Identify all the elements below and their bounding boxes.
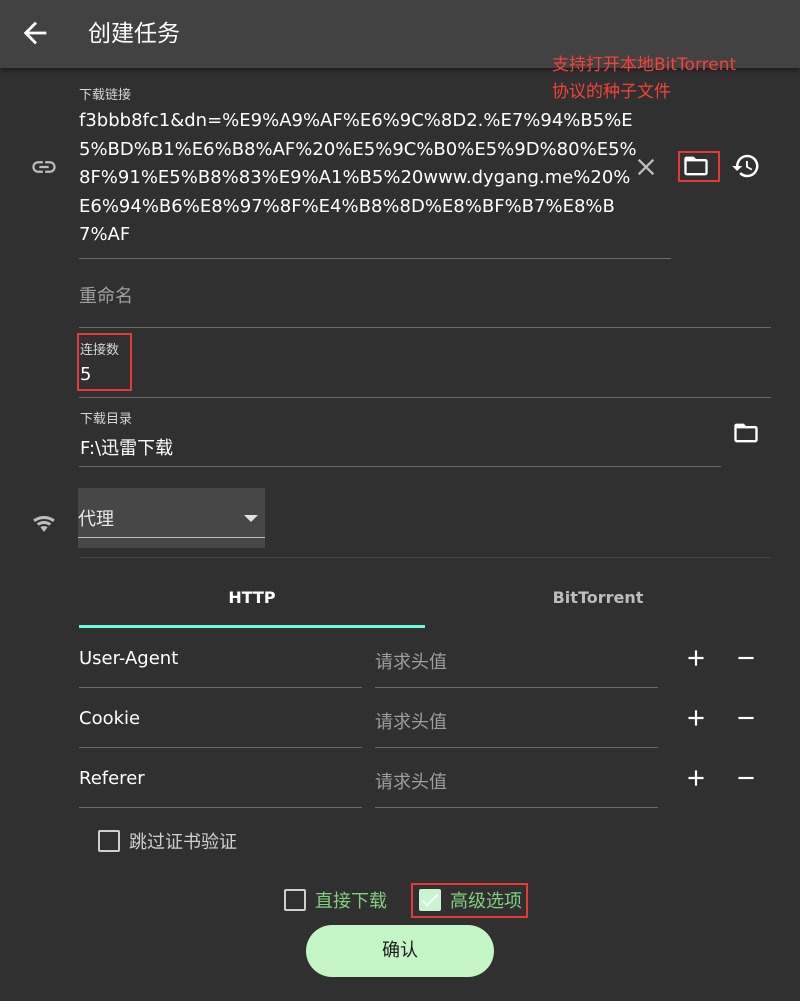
direct-download-checkbox[interactable]	[284, 889, 306, 911]
directory-underline	[79, 466, 721, 467]
remove-header-icon[interactable]	[733, 645, 759, 671]
header-value-input[interactable]: 请求头值	[375, 648, 447, 674]
skip-cert-label: 跳过证书验证	[129, 832, 237, 853]
remove-header-icon[interactable]	[733, 705, 759, 731]
link-input[interactable]: f3bbb8fc1&dn=%E9%A9%AF%E6%9C%8D2.%E7%94%…	[79, 107, 639, 250]
close-icon[interactable]	[632, 153, 660, 181]
wifi-icon	[33, 516, 55, 532]
header-value-input[interactable]: 请求头值	[375, 708, 447, 734]
link-label: 下载链接	[79, 88, 132, 103]
header-name-cookie[interactable]: Cookie	[79, 708, 140, 729]
header-value-underline	[375, 687, 658, 688]
proxy-label: 代理	[78, 509, 114, 530]
add-header-icon[interactable]	[683, 705, 709, 731]
header-value-underline	[375, 807, 658, 808]
directory-label: 下载目录	[80, 412, 133, 427]
tab-indicator	[79, 625, 425, 628]
folder-open-button[interactable]	[732, 419, 760, 447]
connections-highlight-box	[77, 333, 132, 391]
header-name-underline	[79, 687, 362, 688]
arrow-left-icon	[23, 21, 47, 45]
back-button[interactable]	[18, 16, 52, 50]
dropdown-arrow-icon	[244, 515, 258, 522]
rename-underline	[79, 327, 771, 328]
skip-cert-checkbox[interactable]	[98, 830, 120, 852]
proxy-underline	[78, 537, 265, 538]
section-divider	[79, 557, 771, 558]
header-name-user-agent[interactable]: User-Agent	[79, 648, 178, 669]
advanced-options-highlight-box	[411, 883, 528, 918]
page-title: 创建任务	[88, 21, 180, 47]
link-underline	[79, 258, 671, 259]
proxy-dropdown[interactable]: 代理	[78, 488, 265, 548]
header-value-input[interactable]: 请求头值	[375, 768, 447, 794]
link-icon	[32, 161, 56, 173]
directory-input[interactable]: F:\迅雷下载	[80, 434, 173, 460]
confirm-button[interactable]: 确认	[306, 925, 494, 977]
connections-underline	[79, 397, 771, 398]
remove-header-icon[interactable]	[733, 765, 759, 791]
history-icon[interactable]	[731, 151, 761, 181]
direct-download-label: 直接下载	[315, 891, 387, 912]
folder-highlight-box	[678, 151, 720, 182]
add-header-icon[interactable]	[683, 765, 709, 791]
tab-bittorrent[interactable]: BitTorrent	[425, 586, 771, 610]
add-header-icon[interactable]	[683, 645, 709, 671]
header-name-referer[interactable]: Referer	[79, 768, 145, 789]
header-name-underline	[79, 747, 362, 748]
header-value-underline	[375, 747, 658, 748]
rename-input[interactable]: 重命名	[79, 282, 133, 308]
annotation-text: 支持打开本地BitTorrent 协议的种子文件	[552, 55, 737, 102]
tab-http[interactable]: HTTP	[79, 586, 425, 610]
header-name-underline	[79, 807, 362, 808]
